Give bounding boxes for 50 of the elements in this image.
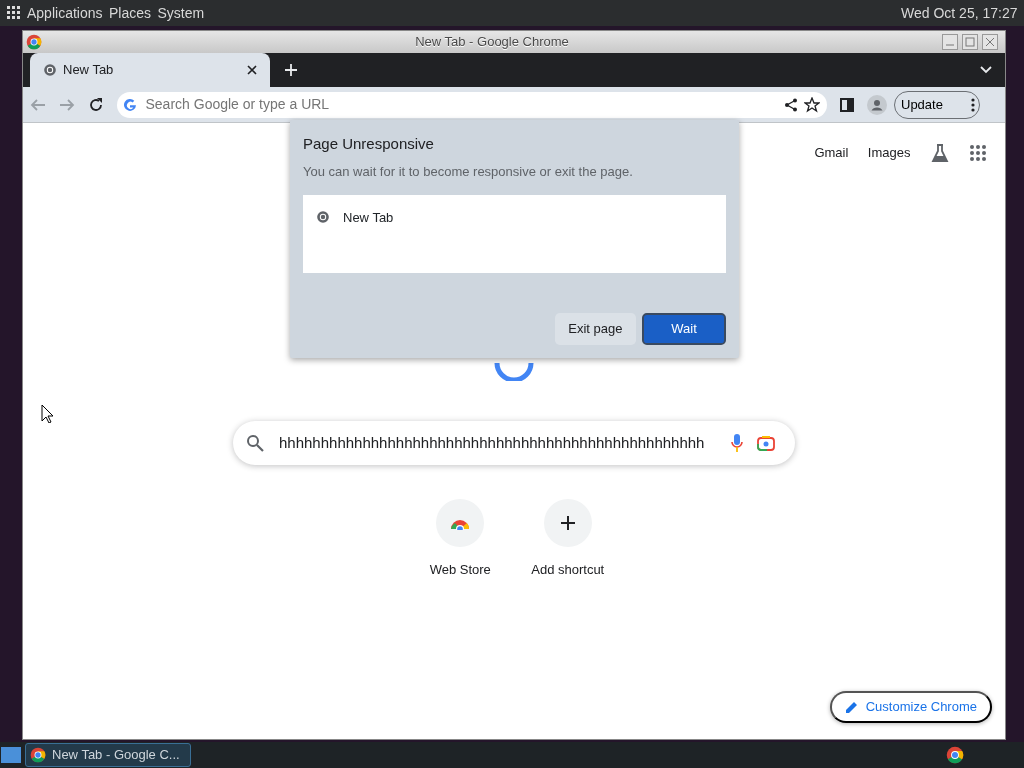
exit-page-button[interactable]: Exit page <box>555 313 636 345</box>
microphone-icon[interactable] <box>730 433 744 453</box>
panel-menu[interactable]: System <box>157 2 205 24</box>
shortcut-tile[interactable] <box>543 499 592 547</box>
chrome-logo-icon <box>29 747 46 763</box>
new-tab-icon[interactable] <box>283 63 298 77</box>
flask-icon[interactable] <box>930 143 950 163</box>
panel-menu[interactable]: Places <box>109 2 152 24</box>
close-icon[interactable] <box>246 65 257 75</box>
browser-tab[interactable]: New Tab <box>29 53 270 87</box>
apps-grid-icon[interactable] <box>969 145 986 161</box>
share-icon[interactable] <box>783 97 798 112</box>
update-button[interactable]: Update <box>893 90 980 119</box>
shortcut-label: Add shortcut <box>531 561 605 579</box>
bookmark-star-icon[interactable] <box>804 96 820 113</box>
camera-icon[interactable] <box>757 435 775 451</box>
logo-fragment-drawing <box>494 361 534 381</box>
page-list-item: New Tab <box>343 208 394 227</box>
tray-chrome-icon[interactable] <box>946 746 964 764</box>
tab-favicon-icon <box>42 63 57 77</box>
profile-icon[interactable] <box>866 94 887 115</box>
plus-icon <box>559 515 576 531</box>
google-g-icon <box>123 97 137 112</box>
wait-button[interactable]: Wait <box>642 313 726 345</box>
pencil-icon <box>845 700 860 714</box>
chrome-logo-icon <box>26 34 43 50</box>
address-bar[interactable]: Search Google or type a URL <box>116 91 827 118</box>
search-icon <box>246 434 264 452</box>
dialog-title: Page Unresponsive <box>303 134 435 154</box>
header-link[interactable]: Images <box>867 143 911 163</box>
page-favicon-icon <box>316 210 330 225</box>
apps-grid-icon[interactable] <box>6 6 21 20</box>
address-field[interactable]: Search Google or type a URL <box>143 93 744 116</box>
dialog-message: You can wait for it to become responsive or exit the page. <box>303 163 634 181</box>
reload-icon[interactable] <box>87 96 104 113</box>
side-panel-icon[interactable] <box>839 97 854 112</box>
customize-button[interactable]: Customize Chrome <box>830 691 992 723</box>
mouse-pointer-icon <box>41 404 53 423</box>
taskbar-item[interactable]: New Tab - Google C... <box>25 743 192 767</box>
chevron-down-icon[interactable] <box>980 66 992 74</box>
search-box[interactable]: hhhhhhhhhhhhhhhhhhhhhhhhhhhhhhhhhhhhhhhhhhhhhhhhhhh <box>233 421 795 465</box>
shortcut-label: Web Store <box>429 561 491 579</box>
shortcut-tile[interactable] <box>436 499 485 547</box>
panel-menu[interactable]: Applications <box>27 2 103 24</box>
more-menu-icon[interactable] <box>971 97 976 112</box>
show-desktop-icon[interactable] <box>0 746 22 764</box>
panel-clock: Wed Oct 25, 17:27 <box>901 3 1018 23</box>
tab-title: New Tab <box>63 61 115 80</box>
window-title: New Tab - Google Chrome <box>414 33 570 52</box>
header-link[interactable]: Gmail <box>814 143 849 163</box>
